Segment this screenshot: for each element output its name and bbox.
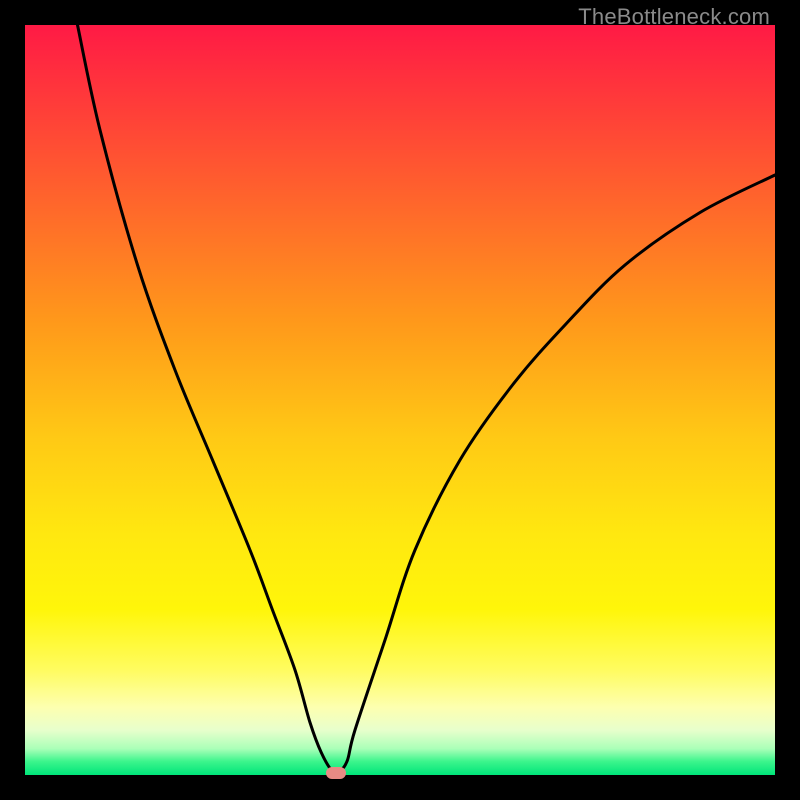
plot-area (25, 25, 775, 775)
bottom-marker (326, 767, 346, 779)
chart-frame: TheBottleneck.com (0, 0, 800, 800)
bottleneck-curve (78, 25, 776, 773)
curve-svg (25, 25, 775, 775)
